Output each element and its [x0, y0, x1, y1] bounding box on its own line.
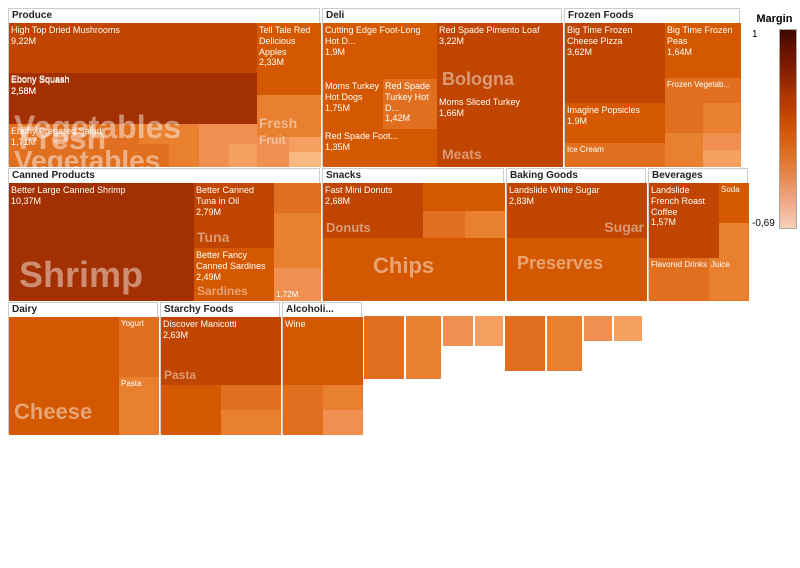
- extra-block-4: [475, 316, 503, 346]
- row-3: Dairy Cheese Yogurt Pasta Starchy Foods: [8, 302, 748, 434]
- block-ice-cream: Ice Cream: [565, 143, 665, 167]
- block-flavored-drinks: Flavored Drinks: [649, 258, 709, 301]
- dairy-label: Dairy: [9, 303, 40, 316]
- block-yogurt: Yogurt: [119, 317, 159, 377]
- extra-block-2: [406, 316, 441, 379]
- main-container: Produce High Top Dried Mushrooms 9,22M T…: [0, 0, 800, 568]
- frozen-label: Frozen Foods: [565, 9, 637, 22]
- extra-section: [364, 302, 748, 434]
- block-canned-small-4: 1,72M: [274, 268, 321, 301]
- alcohol-label: Alcoholi...: [283, 303, 337, 316]
- block-small-5: [199, 144, 229, 167]
- legend-labels: 1 -0,69: [752, 29, 775, 229]
- extra-block-7: [584, 316, 612, 341]
- block-canned-small-2: [274, 213, 321, 238]
- block-alcohol-small-1: [283, 385, 323, 435]
- block-small-4: [169, 144, 199, 167]
- block-cutting-edge: Cutting Edge Foot-Long Hot D... 1,9M: [323, 23, 437, 79]
- block-wine: Wine: [283, 317, 363, 385]
- block-shrimp: Better Large Canned Shrimp 10,37M Shrimp: [9, 183, 194, 301]
- block-sugar: Landslide White Sugar 2,83M Sugar: [507, 183, 647, 238]
- block-snack-small-3: [465, 211, 505, 238]
- beverages-section: Beverages Landslide French Roast Coffee …: [648, 168, 748, 300]
- block-small-9: [289, 152, 321, 167]
- block-small-8: [289, 137, 321, 152]
- canned-bottom-value: 1,72M: [276, 290, 298, 299]
- extra-block-3: [443, 316, 473, 346]
- block-popsicles: Imagine Popsicles 1,9M: [565, 103, 665, 143]
- block-coffee: Landslide French Roast Coffee 1,57M: [649, 183, 719, 258]
- block-canned-small-3: [274, 238, 321, 268]
- snacks-section: Snacks Fast Mini Donuts 2,68M Donuts Chi…: [322, 168, 504, 300]
- block-soda: Soda: [719, 183, 749, 223]
- block-pasta: Pasta: [119, 377, 159, 435]
- block-sardines: Better Fancy Canned Sardines 2,49M Sardi…: [194, 248, 274, 301]
- produce-section: Produce High Top Dried Mushrooms 9,22M T…: [8, 8, 320, 166]
- alcohol-section: Alcoholi... Wine: [282, 302, 362, 434]
- baking-section: Baking Goods Landslide White Sugar 2,83M…: [506, 168, 646, 300]
- block-starchy-small-1: [161, 385, 221, 435]
- block-snack-small-1: [423, 183, 505, 211]
- legend-gradient: [779, 29, 797, 229]
- block-tuna: Better Canned Tuna in Oil 2,79M Tuna: [194, 183, 274, 248]
- baking-label: Baking Goods: [507, 169, 581, 182]
- block-preserves: Preserves: [507, 238, 647, 301]
- block-frozen-veg: Frozen Vegetab...: [665, 78, 741, 103]
- extra-block-1: [364, 316, 404, 379]
- block-sliced-turkey: Moms Sliced Turkey 1,66M Meats: [437, 95, 563, 167]
- snacks-label: Snacks: [323, 169, 364, 182]
- block-bev-small: [719, 223, 749, 258]
- block-alcohol-small-2: [323, 385, 363, 410]
- row-1: Produce High Top Dried Mushrooms 9,22M T…: [8, 8, 748, 166]
- beverages-label: Beverages: [649, 169, 706, 182]
- block-frozen-small-5: [703, 150, 741, 167]
- block-canned-small-1: [274, 183, 321, 213]
- extra-block-6: [547, 316, 582, 371]
- deli-label: Deli: [323, 9, 347, 22]
- row-2: Canned Products Better Large Canned Shri…: [8, 168, 748, 300]
- block-apples: Tell Tale Red Delicious Apples 2,33M: [257, 23, 321, 95]
- block-cheese: Cheese: [9, 317, 119, 435]
- chart-area: Produce High Top Dried Mushrooms 9,22M T…: [8, 8, 748, 560]
- block-frozen-small-2: [703, 103, 741, 133]
- block-chips: Chips: [323, 238, 505, 301]
- block-red-spade-turkey: Red Spade Turkey Hot D... 1,42M: [383, 79, 437, 129]
- block-snack-small-2: [423, 211, 465, 238]
- starchy-label: Starchy Foods: [161, 303, 236, 316]
- block-moms-turkey: Moms Turkey Hot Dogs 1,75M: [323, 79, 383, 129]
- block-frozen-small-1: [665, 103, 703, 133]
- block-frozen-small-4: [703, 133, 741, 150]
- block-cheese-pizza: Big Time Frozen Cheese Pizza 3,62M: [565, 23, 665, 103]
- legend-title: Margin: [756, 13, 792, 25]
- frozen-section: Frozen Foods Big Time Frozen Cheese Pizz…: [564, 8, 740, 166]
- legend-max: 1: [752, 29, 775, 40]
- legend-area: Margin 1 -0,69: [752, 8, 797, 560]
- block-mushrooms: High Top Dried Mushrooms 9,22M: [9, 23, 257, 73]
- canned-section: Canned Products Better Large Canned Shri…: [8, 168, 320, 300]
- block-red-spade-foot: Red Spade Foot... 1,35M: [323, 129, 437, 167]
- block-pimento: Red Spade Pimento Loaf 3,22M Bologna: [437, 23, 563, 95]
- block-starchy-small-2: [221, 385, 281, 410]
- block-ebony-squash: Ebony Squash 2,58M: [9, 73, 139, 113]
- block-small-2: [199, 124, 257, 144]
- legend-container: 1 -0,69: [752, 29, 797, 229]
- canned-label: Canned Products: [9, 169, 98, 182]
- block-starchy-small-3: [221, 410, 281, 435]
- block-donuts: Fast Mini Donuts 2,68M Donuts: [323, 183, 423, 238]
- dairy-section: Dairy Cheese Yogurt Pasta: [8, 302, 158, 434]
- block-manicotti: Discover Manicotti 2,63M Pasta: [161, 317, 281, 385]
- extra-block-5: [505, 316, 545, 371]
- starchy-section: Starchy Foods Discover Manicotti 2,63M P…: [160, 302, 280, 434]
- block-frozen-peas: Big Time Frozen Peas 1,64M: [665, 23, 741, 78]
- deli-section: Deli Cutting Edge Foot-Long Hot D... 1,9…: [322, 8, 562, 166]
- block-small-6: [229, 144, 257, 167]
- block-alcohol-small-3: [323, 410, 363, 435]
- extra-block-8: [614, 316, 642, 341]
- legend-min: -0,69: [752, 218, 775, 229]
- block-juice: Juice: [709, 258, 749, 301]
- produce-label: Produce: [9, 9, 55, 22]
- block-frozen-small-3: [665, 133, 703, 167]
- fresh-veg-big-text: Vegetables: [14, 109, 181, 146]
